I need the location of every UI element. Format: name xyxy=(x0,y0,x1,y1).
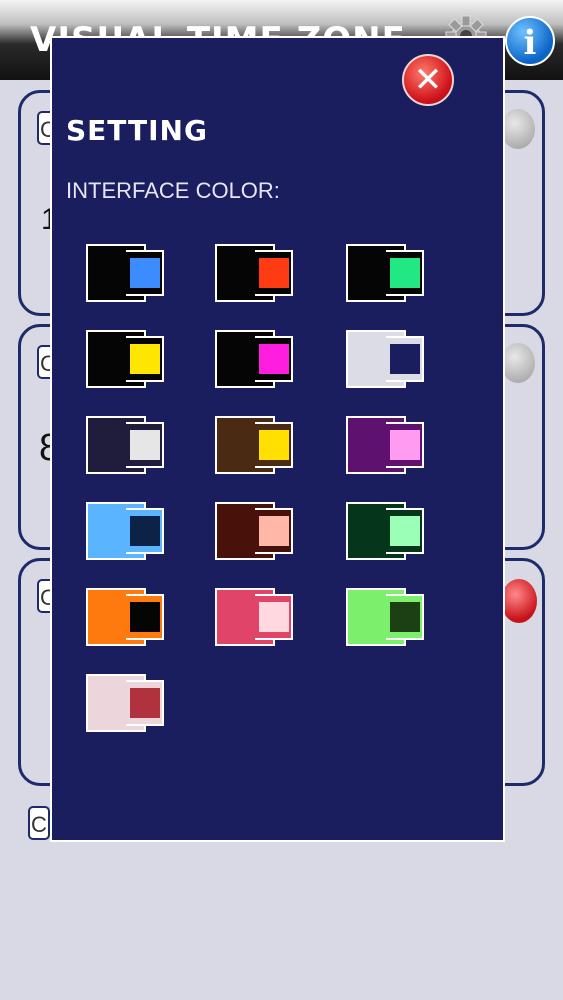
color-swatch-white-navy[interactable] xyxy=(346,330,426,390)
close-icon[interactable]: ✕ xyxy=(402,54,454,106)
swatch-accent xyxy=(390,344,420,374)
swatch-accent xyxy=(390,602,420,632)
swatch-accent xyxy=(259,344,289,374)
swatch-accent xyxy=(130,258,160,288)
delete-icon[interactable] xyxy=(501,579,537,623)
settings-dialog: ✕ SETTING INTERFACE COLOR: xyxy=(50,36,505,842)
color-swatch-black-blue[interactable] xyxy=(86,244,166,304)
swatch-accent xyxy=(259,516,289,546)
color-swatch-darkgreen-mint[interactable] xyxy=(346,502,426,562)
swatch-accent xyxy=(130,430,160,460)
swatch-accent xyxy=(259,430,289,460)
swatch-accent xyxy=(390,430,420,460)
color-swatch-palepink-crimson[interactable] xyxy=(86,674,166,734)
swatch-accent xyxy=(130,344,160,374)
clock-icon xyxy=(501,109,535,149)
color-swatch-brown-yellow[interactable] xyxy=(215,416,295,476)
info-icon[interactable]: i xyxy=(505,16,555,66)
color-swatch-black-magenta[interactable] xyxy=(215,330,295,390)
swatch-accent xyxy=(130,688,160,718)
color-swatch-skyblue-navy[interactable] xyxy=(86,502,166,562)
swatch-accent xyxy=(130,602,160,632)
color-swatch-rose-lightpink[interactable] xyxy=(215,588,295,648)
swatch-accent xyxy=(390,516,420,546)
color-swatch-black-yellow[interactable] xyxy=(86,330,166,390)
swatch-accent xyxy=(259,602,289,632)
interface-color-label: INTERFACE COLOR: xyxy=(66,178,280,203)
dialog-title: SETTING xyxy=(66,114,208,147)
swatch-accent xyxy=(259,258,289,288)
color-swatch-purple-pink[interactable] xyxy=(346,416,426,476)
add-button[interactable]: C xyxy=(28,806,50,840)
swatch-accent xyxy=(390,258,420,288)
color-swatch-maroon-peach[interactable] xyxy=(215,502,295,562)
color-swatch-lightgreen-darkgreen[interactable] xyxy=(346,588,426,648)
swatch-accent xyxy=(130,516,160,546)
color-swatch-black-red[interactable] xyxy=(215,244,295,304)
color-swatch-orange-black[interactable] xyxy=(86,588,166,648)
color-swatch-darknavy-white[interactable] xyxy=(86,416,166,476)
color-swatch-black-green[interactable] xyxy=(346,244,426,304)
clock-icon xyxy=(501,343,535,383)
